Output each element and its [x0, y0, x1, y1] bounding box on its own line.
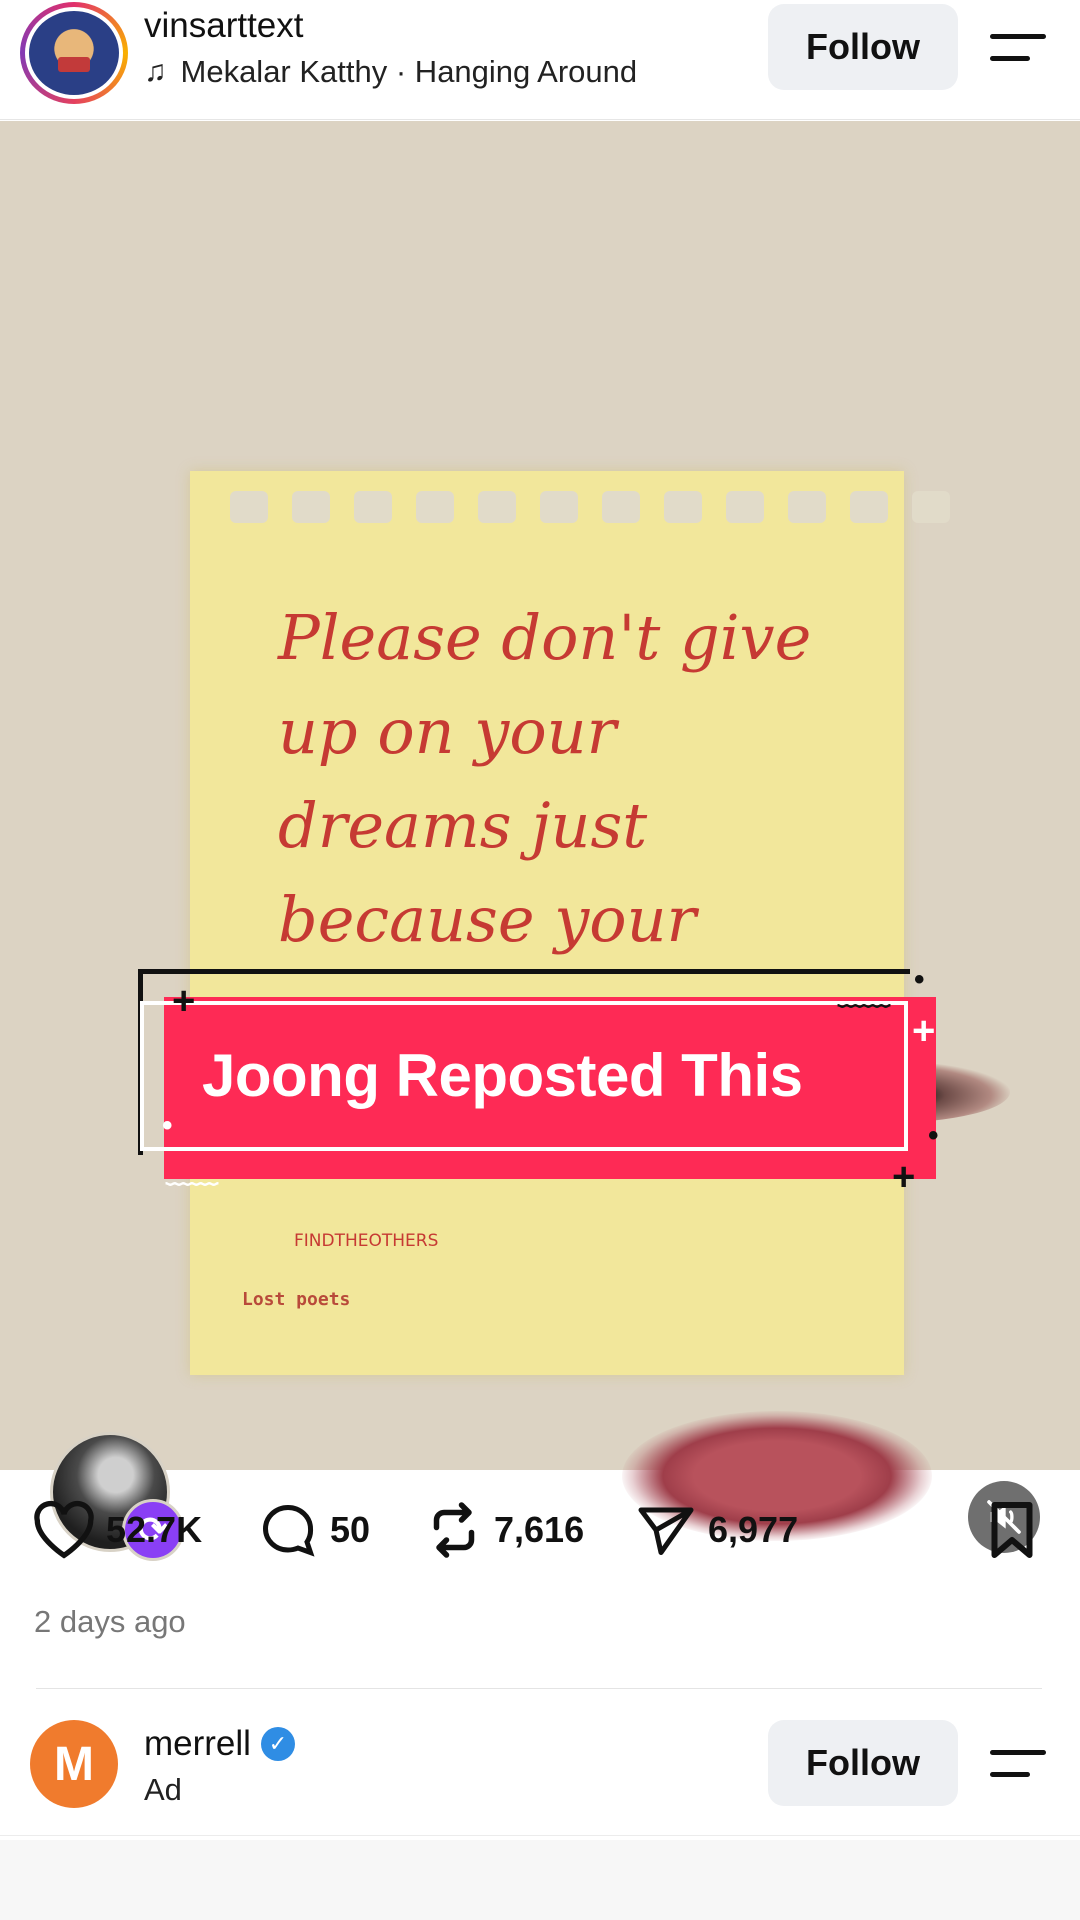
sticky-note: Please don't give up on your dreams just…: [190, 471, 950, 1375]
comment-count: 50: [330, 1509, 371, 1550]
heart-icon: [34, 1500, 94, 1559]
ad-label: Ad: [144, 1772, 182, 1807]
next-post-username[interactable]: merrell ✓: [144, 1724, 295, 1764]
verified-icon: ✓: [260, 1727, 295, 1761]
bookmark-button[interactable]: [984, 1500, 1040, 1560]
note-footer-findtheothers: FINDTHEOTHERS: [294, 1231, 439, 1251]
next-username: merrell: [144, 1724, 251, 1763]
menu-icon[interactable]: [990, 1750, 1046, 1780]
merrell-avatar[interactable]: M: [30, 1720, 118, 1808]
dot-icon: •: [162, 1109, 173, 1142]
music-track[interactable]: ♫ Mekalar Katthy · Hanging Around: [144, 54, 637, 90]
dot-icon: •: [928, 1119, 939, 1152]
follow-button[interactable]: Follow: [768, 4, 958, 90]
action-bar: 52.7K 50 7,616 6,977: [0, 1500, 1080, 1580]
music-title: Mekalar Katthy · Hanging Around: [180, 54, 638, 89]
post-timestamp: 2 days ago: [34, 1604, 186, 1639]
plus-icon: +: [172, 979, 196, 1023]
repost-arrows-icon: [433, 1502, 475, 1558]
bookmark-icon: [991, 1502, 1033, 1558]
share-button[interactable]: 6,977: [634, 1500, 798, 1560]
zigzag-icon: ﹏﹏: [166, 1159, 219, 1189]
avatar-letter: M: [54, 1737, 94, 1791]
follow-button-merrell[interactable]: Follow: [768, 1720, 958, 1806]
repost-count: 7,616: [494, 1509, 585, 1550]
menu-icon[interactable]: [990, 34, 1046, 64]
comment-icon: [263, 1504, 315, 1557]
zigzag-icon: ﹏﹏: [838, 981, 891, 1011]
like-count: 52.7K: [106, 1509, 203, 1550]
post-media[interactable]: Please don't give up on your dreams just…: [0, 121, 1080, 1561]
divider: [36, 1688, 1042, 1689]
plus-icon: +: [892, 1155, 916, 1199]
note-holes: [230, 491, 950, 523]
repost-banner-text: Joong Reposted This: [202, 1042, 803, 1109]
post-header: vinsarttext ♫ Mekalar Katthy · Hanging A…: [0, 0, 1080, 120]
next-post-media-preview: [0, 1840, 1080, 1920]
like-button[interactable]: 52.7K: [32, 1500, 202, 1560]
next-post-header: M merrell ✓ Ad Follow: [0, 1706, 1080, 1836]
username[interactable]: vinsarttext: [144, 6, 304, 46]
share-count: 6,977: [708, 1509, 799, 1550]
note-quote: Please don't give up on your dreams just…: [278, 601, 812, 956]
music-note-icon: ♫: [144, 55, 167, 88]
plus-icon: +: [912, 1009, 936, 1053]
comment-button[interactable]: 50: [256, 1500, 370, 1560]
repost-button[interactable]: 7,616: [424, 1500, 584, 1560]
send-icon: [638, 1507, 694, 1555]
dot-icon: •: [914, 963, 925, 996]
note-footer-lost-poets: Lost poets: [242, 1289, 351, 1310]
profile-avatar[interactable]: [20, 2, 128, 104]
